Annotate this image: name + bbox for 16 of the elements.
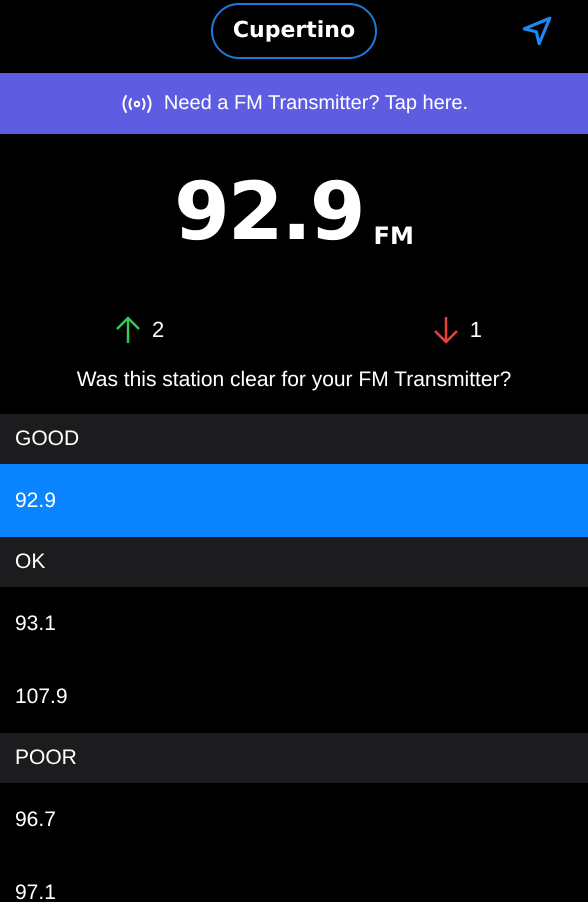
question-text: Was this station clear for your FM Transmitter? xyxy=(76,368,512,393)
section-header: OK xyxy=(0,537,588,587)
upvote-count: 2 xyxy=(152,317,164,343)
section-header: POOR xyxy=(0,733,588,783)
location-button[interactable]: Cupertino xyxy=(210,2,378,58)
section-header: GOOD xyxy=(0,414,588,464)
station-row[interactable]: 92.9 xyxy=(0,464,588,537)
location-arrow-icon[interactable] xyxy=(520,14,554,48)
band-label: FM xyxy=(374,222,414,250)
station-frequency: 92.9 xyxy=(174,172,364,252)
banner-text: Need a FM Transmitter? Tap here. xyxy=(164,92,468,115)
transmitter-banner[interactable]: Need a FM Transmitter? Tap here. xyxy=(0,73,588,134)
arrow-down-icon[interactable] xyxy=(432,315,460,345)
downvote-count: 1 xyxy=(470,317,482,343)
broadcast-icon xyxy=(120,92,154,114)
arrow-up-icon[interactable] xyxy=(114,315,142,345)
